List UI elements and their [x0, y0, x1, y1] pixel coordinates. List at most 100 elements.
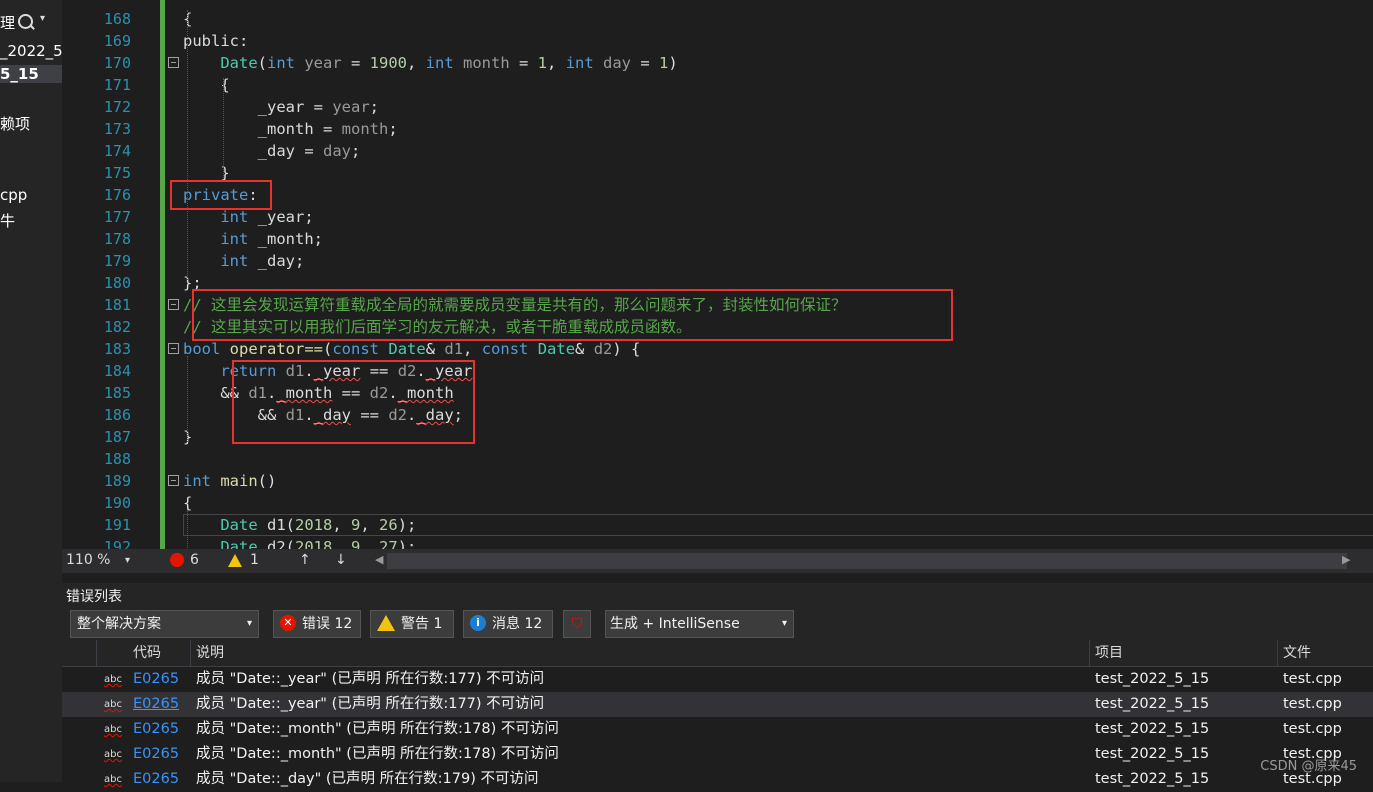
- scroll-right-icon[interactable]: ▶: [1342, 553, 1350, 566]
- code-line[interactable]: 190{: [62, 492, 1373, 514]
- errors-filter-button[interactable]: ✕ 错误 12: [273, 610, 361, 638]
- error-icon[interactable]: [170, 553, 184, 567]
- line-number: 185: [103, 384, 131, 402]
- code-text: public:: [183, 30, 248, 52]
- horizontal-scrollbar[interactable]: [387, 553, 1347, 569]
- line-number: 182: [103, 318, 131, 336]
- error-file: test.cpp: [1283, 696, 1342, 712]
- messages-filter-button[interactable]: i 消息 12: [463, 610, 553, 638]
- code-line[interactable]: 189 int main(): [62, 470, 1373, 492]
- code-token: _year: [183, 98, 305, 116]
- error-row[interactable]: abc E0265 成员 "Date::_year" (已声明 所在行数:177) …: [62, 692, 1373, 717]
- line-number: 190: [103, 494, 131, 512]
- error-row[interactable]: abc E0265 成员 "Date::_year" (已声明 所在行数:177) …: [62, 667, 1373, 692]
- code-line[interactable]: 179 int _day;: [62, 250, 1373, 272]
- zoom-level[interactable]: 110 %: [66, 552, 110, 568]
- error-row[interactable]: abc E0265 成员 "Date::_month" (已声明 所在行数:178)…: [62, 742, 1373, 767]
- code-line[interactable]: 171 {: [62, 74, 1373, 96]
- collapse-icon[interactable]: [168, 299, 179, 310]
- error-row[interactable]: abc E0265 成员 "Date::_month" (已声明 所在行数:178)…: [62, 717, 1373, 742]
- code-token: 27: [379, 538, 398, 549]
- code-token: 1900: [369, 54, 407, 72]
- code-line[interactable]: 192 Date d2(2018, 9, 27);: [62, 536, 1373, 549]
- column-header-file[interactable]: 文件: [1283, 640, 1311, 666]
- warning-icon[interactable]: [228, 554, 242, 567]
- previous-issue-button[interactable]: ↑: [299, 552, 311, 568]
- collapse-icon[interactable]: [168, 57, 179, 68]
- build-filter-dropdown[interactable]: 生成 + IntelliSense ▾: [605, 610, 794, 638]
- error-code-link[interactable]: E0265: [133, 692, 179, 717]
- warning-icon: [377, 615, 395, 631]
- column-header-project[interactable]: 项目: [1095, 640, 1123, 666]
- column-divider[interactable]: [96, 640, 97, 666]
- collapse-icon[interactable]: [168, 475, 179, 486]
- column-divider[interactable]: [1277, 640, 1278, 666]
- code-token: 1: [537, 54, 548, 72]
- error-code-link[interactable]: E0265: [133, 717, 179, 742]
- code-line[interactable]: 173 _month = month;: [62, 118, 1373, 140]
- line-number: 174: [103, 142, 131, 160]
- code-line[interactable]: 168{: [62, 8, 1373, 30]
- code-line[interactable]: 188: [62, 448, 1373, 470]
- intellisense-error-icon: abc: [104, 749, 122, 760]
- code-token: 9: [351, 538, 361, 549]
- code-token: month: [453, 54, 510, 72]
- chevron-down-icon[interactable]: ▾: [40, 13, 45, 24]
- dependencies-item[interactable]: 赖项: [0, 113, 30, 134]
- next-issue-button[interactable]: ↓: [335, 552, 347, 568]
- project-item-selected[interactable]: 5_15: [0, 65, 62, 83]
- collapse-icon[interactable]: [168, 343, 179, 354]
- filter-icon[interactable]: ⛉: [563, 610, 591, 638]
- line-number: 187: [103, 428, 131, 446]
- code-text: int _day;: [183, 250, 304, 272]
- file-item[interactable]: 牛: [0, 210, 15, 231]
- code-token: const: [481, 340, 529, 358]
- project-item[interactable]: _2022_5: [0, 42, 62, 60]
- chevron-down-icon[interactable]: ▾: [125, 555, 130, 566]
- column-header-description[interactable]: 说明: [196, 640, 224, 666]
- code-line[interactable]: 178 int _month;: [62, 228, 1373, 250]
- error-code-link[interactable]: E0265: [133, 667, 179, 692]
- warnings-filter-button[interactable]: 警告 1: [370, 610, 454, 638]
- code-line[interactable]: 172 _year = year;: [62, 96, 1373, 118]
- code-text: _year = year;: [183, 96, 379, 118]
- scroll-left-icon[interactable]: ◀: [375, 553, 383, 566]
- error-count[interactable]: 6: [190, 552, 199, 568]
- code-token: (: [323, 340, 333, 358]
- error-table: 代码 说明 项目 文件 abc E0265 成员 "Date::_year" (已声…: [62, 640, 1373, 787]
- source-file-item[interactable]: cpp: [0, 186, 27, 204]
- intellisense-error-icon: abc: [104, 674, 122, 685]
- code-token: (: [285, 538, 295, 549]
- code-line[interactable]: 183 bool operator==(const Date& d1, const…: [62, 338, 1373, 360]
- code-token: );: [397, 538, 417, 549]
- code-line[interactable]: 169 public:: [62, 30, 1373, 52]
- search-icon[interactable]: [18, 14, 33, 29]
- code-token: =: [294, 142, 323, 160]
- code-token: =: [304, 98, 333, 116]
- error-row[interactable]: abc E0265 成员 "Date::_day" (已声明 所在行数:179) 不…: [62, 767, 1373, 792]
- warning-count[interactable]: 1: [250, 552, 259, 568]
- error-code-link[interactable]: E0265: [133, 742, 179, 767]
- column-divider[interactable]: [1089, 640, 1090, 666]
- current-line-highlight: [183, 514, 1373, 536]
- scope-dropdown[interactable]: 整个解决方案 ▾: [70, 610, 259, 638]
- column-divider[interactable]: [190, 640, 191, 666]
- code-token: int: [220, 252, 249, 270]
- error-file: test.cpp: [1283, 671, 1342, 687]
- code-token: ,: [407, 54, 426, 72]
- code-line[interactable]: 170 Date(int year = 1900, int month = 1,…: [62, 52, 1373, 74]
- error-code-link[interactable]: E0265: [133, 767, 179, 792]
- code-line[interactable]: 174 _day = day;: [62, 140, 1373, 162]
- code-token: Date: [537, 340, 576, 358]
- code-token: Date: [388, 340, 426, 358]
- code-token: _day: [183, 142, 295, 160]
- code-token: day: [593, 54, 632, 72]
- column-header-code[interactable]: 代码: [133, 640, 161, 666]
- code-editor[interactable]: 168{169 public: 170 Date(int year = 1900, …: [62, 0, 1373, 549]
